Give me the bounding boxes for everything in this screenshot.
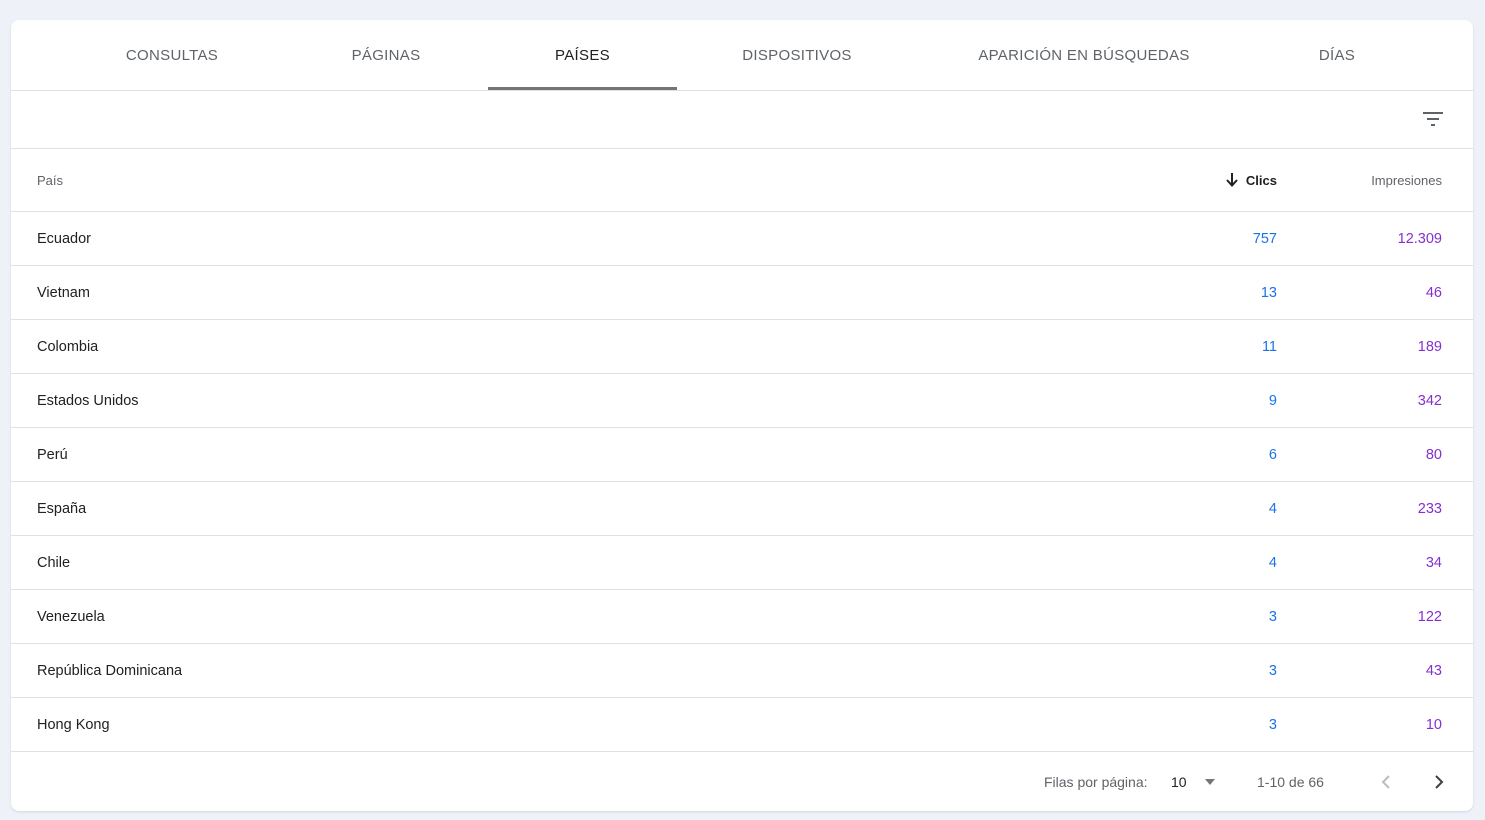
clicks-cell: 4 [1268, 554, 1277, 571]
country-cell: Hong Kong [37, 716, 110, 733]
impressions-cell: 189 [1417, 338, 1442, 355]
tab-aparicion-en-busquedas[interactable]: APARICIÓN EN BÚSQUEDAS [961, 20, 1207, 90]
tab-bar: CONSULTAS PÁGINAS PAÍSES DISPOSITIVOS AP… [11, 20, 1473, 91]
clicks-cell: 3 [1268, 662, 1277, 679]
table-row[interactable]: Vietnam 13 46 [11, 266, 1473, 320]
country-cell: España [37, 500, 87, 517]
performance-card: CONSULTAS PÁGINAS PAÍSES DISPOSITIVOS AP… [11, 20, 1473, 811]
clicks-cell: 3 [1268, 716, 1277, 733]
tab-consultas[interactable]: CONSULTAS [102, 20, 242, 90]
next-page-button[interactable] [1427, 770, 1451, 794]
column-header-impressions[interactable]: Impresiones [1371, 149, 1442, 211]
filter-button[interactable] [1418, 104, 1448, 134]
country-cell: Ecuador [37, 230, 92, 247]
clicks-cell: 3 [1268, 608, 1277, 625]
previous-page-button[interactable] [1374, 770, 1398, 794]
table-row[interactable]: Perú 6 80 [11, 428, 1473, 482]
impressions-cell: 233 [1417, 500, 1442, 517]
impressions-cell: 122 [1417, 608, 1442, 625]
pagination-bar: Filas por página: 10 1-10 de 66 [11, 752, 1473, 811]
clicks-cell: 6 [1268, 446, 1277, 463]
impressions-cell: 12.309 [1397, 230, 1442, 247]
rows-per-page-value: 10 [1171, 774, 1187, 790]
country-cell: República Dominicana [37, 662, 183, 679]
column-header-country[interactable]: País [37, 149, 63, 211]
table-row[interactable]: Venezuela 3 122 [11, 590, 1473, 644]
country-cell: Estados Unidos [37, 392, 139, 409]
clicks-cell: 13 [1260, 284, 1277, 301]
active-tab-indicator [488, 87, 677, 90]
clicks-cell: 11 [1261, 338, 1277, 355]
table-row[interactable]: Hong Kong 3 10 [11, 698, 1473, 752]
table-body: Ecuador 757 12.309 Vietnam 13 46 Colombi… [11, 212, 1473, 752]
table-row[interactable]: República Dominicana 3 43 [11, 644, 1473, 698]
dropdown-arrow-icon [1204, 779, 1215, 785]
tab-dias[interactable]: DÍAS [1297, 20, 1377, 90]
table-row[interactable]: Ecuador 757 12.309 [11, 212, 1473, 266]
table-row[interactable]: Estados Unidos 9 342 [11, 374, 1473, 428]
country-cell: Venezuela [37, 608, 105, 625]
rows-per-page-select[interactable]: 10 [1171, 752, 1215, 811]
table-toolbar [11, 91, 1473, 149]
impressions-cell: 342 [1417, 392, 1442, 409]
country-cell: Chile [37, 554, 71, 571]
impressions-cell: 46 [1425, 284, 1442, 301]
country-cell: Colombia [37, 338, 99, 355]
table-header: País Clics Impresiones [11, 149, 1473, 212]
country-cell: Vietnam [37, 284, 90, 301]
impressions-cell: 80 [1425, 446, 1442, 463]
impressions-cell: 43 [1425, 662, 1442, 679]
chevron-left-icon [1381, 775, 1390, 789]
tab-paises[interactable]: PAÍSES [488, 20, 677, 90]
column-header-clicks[interactable]: Clics [1226, 149, 1277, 211]
tab-dispositivos[interactable]: DISPOSITIVOS [722, 20, 872, 90]
clicks-cell: 9 [1268, 392, 1277, 409]
impressions-cell: 34 [1425, 554, 1442, 571]
impressions-cell: 10 [1425, 716, 1442, 733]
rows-per-page-label: Filas por página: [1044, 774, 1148, 790]
table-row[interactable]: Colombia 11 189 [11, 320, 1473, 374]
table-row[interactable]: Chile 4 34 [11, 536, 1473, 590]
clicks-cell: 757 [1252, 230, 1277, 247]
arrow-downward-icon [1226, 173, 1238, 187]
table-row[interactable]: España 4 233 [11, 482, 1473, 536]
filter-list-icon [1423, 112, 1443, 126]
tab-paginas[interactable]: PÁGINAS [326, 20, 446, 90]
pagination-range: 1-10 de 66 [1257, 774, 1324, 790]
clicks-cell: 4 [1268, 500, 1277, 517]
chevron-right-icon [1435, 775, 1444, 789]
country-cell: Perú [37, 446, 68, 463]
column-header-clicks-label: Clics [1245, 172, 1277, 188]
